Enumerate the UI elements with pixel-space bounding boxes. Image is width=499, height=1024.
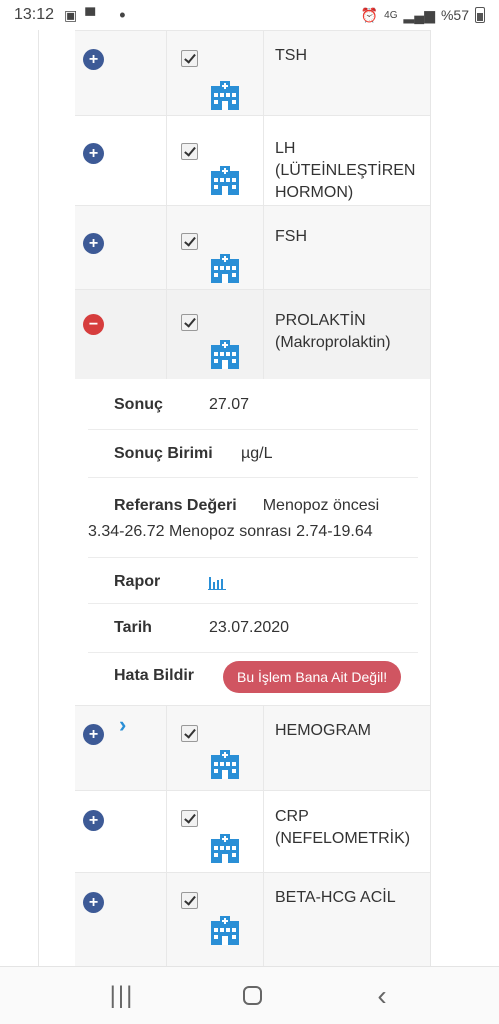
select-checkbox[interactable]: [181, 892, 198, 909]
test-name: CRP (NEFELOMETRİK): [275, 808, 411, 847]
plus-circle-icon[interactable]: +: [83, 724, 104, 745]
reference-value-cont: 3.34-26.72 Menopoz sonrası 2.74-19.64: [88, 523, 373, 540]
signal-icon: ▂▄▆: [403, 6, 435, 23]
minus-circle-icon[interactable]: −: [83, 314, 104, 335]
battery-icon: [475, 7, 485, 23]
network-label: 4G: [384, 9, 398, 21]
plus-circle-icon[interactable]: +: [83, 810, 104, 831]
home-icon[interactable]: [232, 981, 272, 1011]
hospital-icon: [211, 750, 239, 779]
status-time: 13:12: [14, 6, 55, 23]
unit-value: µg/L: [241, 445, 273, 462]
table-row: + TSH: [75, 30, 430, 115]
hospital-icon: [211, 340, 239, 369]
back-icon[interactable]: ‹: [362, 981, 402, 1011]
notification-dot-icon: •: [119, 5, 126, 25]
hospital-icon: [211, 834, 239, 863]
chevron-right-icon[interactable]: ›: [119, 712, 126, 738]
test-name: BETA-HCG ACİL: [275, 889, 396, 906]
plus-circle-icon[interactable]: +: [83, 49, 104, 70]
date-value: 23.07.2020: [209, 619, 290, 636]
table-row: + LH (LÜTEİNLEŞTİREN HORMON): [75, 115, 430, 205]
bar-chart-icon[interactable]: [208, 574, 226, 590]
not-mine-button[interactable]: Bu İşlem Bana Ait Değil!: [223, 661, 402, 693]
hospital-icon: [211, 254, 239, 283]
select-checkbox[interactable]: [181, 50, 198, 67]
table-row: + › HEMOGRAM: [75, 705, 430, 790]
recent-apps-icon[interactable]: |||: [102, 981, 142, 1011]
table-row: + FSH: [75, 205, 430, 289]
test-name: LH (LÜTEİNLEŞTİREN HORMON): [275, 140, 416, 201]
message-icon: ▀: [85, 7, 96, 23]
reference-label: Referans Değeri: [114, 497, 237, 514]
plus-circle-icon[interactable]: +: [83, 233, 104, 254]
result-value: 27.07: [209, 396, 250, 413]
select-checkbox[interactable]: [181, 233, 198, 250]
test-name: HEMOGRAM: [275, 722, 371, 739]
date-line: Tarih 23.07.2020: [88, 604, 418, 653]
report-line: Rapor: [88, 558, 418, 604]
system-nav-bar: ||| ‹: [0, 966, 499, 1024]
report-label: Rapor: [114, 573, 161, 590]
unit-line: Sonuç Birimi µg/L: [88, 430, 418, 478]
select-checkbox[interactable]: [181, 810, 198, 827]
results-page: + TSH + LH (LÜTEİNLEŞTİREN HORMON) + FSH…: [0, 30, 499, 966]
result-line: Sonuç 27.07: [88, 379, 418, 430]
plus-circle-icon[interactable]: +: [83, 143, 104, 164]
hospital-icon: [211, 166, 239, 195]
error-line: Hata Bildir Bu İşlem Bana Ait Değil!: [88, 653, 418, 705]
hospital-icon: [211, 916, 239, 945]
select-checkbox[interactable]: [181, 143, 198, 160]
error-label: Hata Bildir: [114, 667, 195, 684]
table-row-expanded: − PROLAKTİN (Makroprolaktin): [75, 289, 430, 379]
gallery-icon: ▣: [64, 6, 78, 23]
battery-percent: %57: [440, 7, 469, 23]
result-label: Sonuç: [114, 396, 163, 413]
date-label: Tarih: [114, 619, 152, 636]
hospital-icon: [211, 81, 239, 110]
test-name: FSH: [275, 228, 307, 245]
alarm-icon: ⏰: [360, 6, 379, 23]
table-row: + BETA-HCG ACİL: [75, 872, 430, 966]
unit-label: Sonuç Birimi: [114, 445, 213, 462]
result-detail: Sonuç 27.07 Sonuç Birimi µg/L Referans D…: [88, 379, 418, 705]
select-checkbox[interactable]: [181, 725, 198, 742]
reference-value: Menopoz öncesi: [262, 497, 380, 514]
table-row: + CRP (NEFELOMETRİK): [75, 790, 430, 872]
select-checkbox[interactable]: [181, 314, 198, 331]
test-name: PROLAKTİN (Makroprolaktin): [275, 312, 391, 351]
reference-line: Referans Değeri Menopoz öncesi 3.34-26.72…: [88, 478, 418, 558]
plus-circle-icon[interactable]: +: [83, 892, 104, 913]
test-name: TSH: [275, 47, 307, 64]
status-bar: 13:12 ▣ ▀ • ⏰ 4G ▂▄▆ %57: [0, 0, 499, 30]
